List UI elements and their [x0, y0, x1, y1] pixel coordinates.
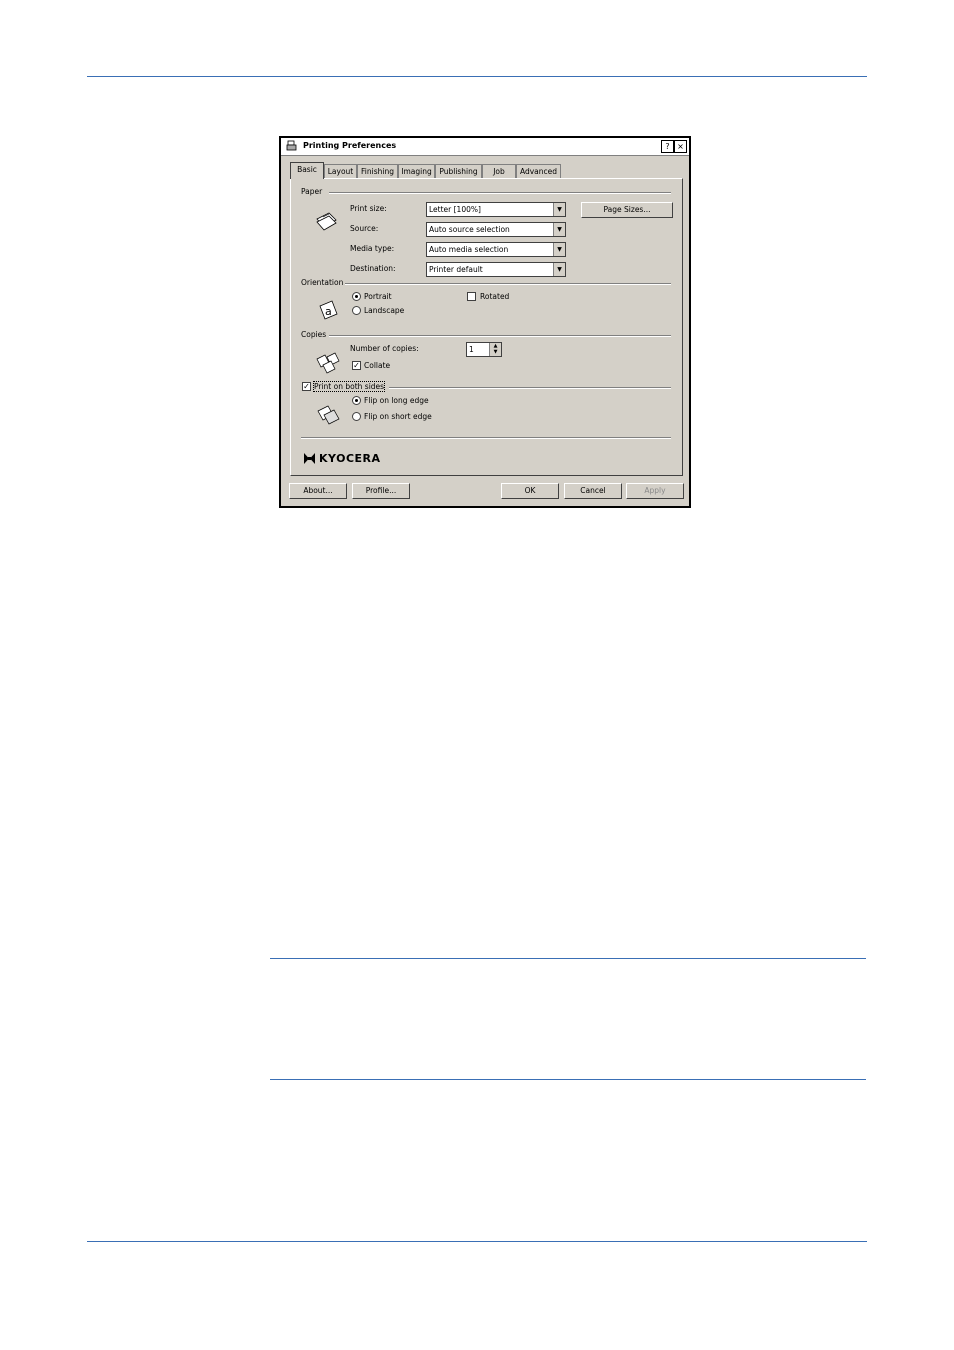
rotated-checkbox[interactable] [467, 292, 476, 301]
note-top-rule [270, 958, 866, 959]
spinner-arrows-icon[interactable]: ▲ ▼ [489, 343, 501, 356]
title-bar: Printing Preferences ? × [281, 138, 689, 156]
print-both-sides-checkbox[interactable]: ✓ [302, 382, 311, 391]
printing-preferences-dialog: Printing Preferences ? × Basic Layout Fi… [279, 136, 691, 508]
media-type-value: Auto media selection [429, 245, 509, 254]
dropdown-arrow-icon[interactable]: ▼ [553, 243, 565, 256]
collate-label[interactable]: Collate [364, 361, 390, 370]
orientation-group-label: Orientation [301, 278, 344, 287]
copies-value: 1 [469, 345, 474, 354]
source-label: Source: [350, 224, 379, 233]
copies-group-line [329, 335, 671, 337]
print-size-select[interactable]: Letter [100%] ▼ [426, 202, 566, 217]
paper-stack-icon [316, 212, 337, 231]
flip-short-edge-label[interactable]: Flip on short edge [364, 412, 432, 421]
media-type-label: Media type: [350, 244, 395, 253]
destination-label: Destination: [350, 264, 396, 273]
copies-group-label: Copies [301, 330, 327, 339]
page-sizes-button[interactable]: Page Sizes... [581, 202, 673, 218]
duplex-icon [317, 405, 340, 425]
number-of-copies-label: Number of copies: [350, 344, 419, 353]
tab-job[interactable]: Job [482, 164, 516, 178]
flip-long-edge-radio[interactable] [352, 396, 361, 405]
tab-publishing[interactable]: Publishing [435, 164, 482, 178]
svg-text:a: a [325, 305, 332, 318]
portrait-radio[interactable] [352, 292, 361, 301]
destination-value: Printer default [429, 265, 483, 274]
help-button[interactable]: ? [661, 140, 674, 153]
note-bottom-rule [270, 1079, 866, 1080]
source-value: Auto source selection [429, 225, 510, 234]
print-both-sides-label[interactable]: Print on both sides [312, 381, 386, 392]
apply-button: Apply [626, 483, 684, 499]
kyocera-logo-text: KYOCERA [319, 452, 381, 465]
tab-basic[interactable]: Basic [290, 162, 324, 179]
collate-checkbox[interactable]: ✓ [352, 361, 361, 370]
paper-group-line [329, 192, 671, 194]
printer-icon [286, 140, 297, 151]
portrait-label[interactable]: Portrait [364, 292, 392, 301]
orientation-page-icon: a [319, 300, 338, 320]
cancel-button[interactable]: Cancel [564, 483, 622, 499]
top-rule [87, 76, 867, 77]
dropdown-arrow-icon[interactable]: ▼ [553, 203, 565, 216]
dropdown-arrow-icon[interactable]: ▼ [553, 223, 565, 236]
brand-divider [301, 437, 671, 439]
print-size-value: Letter [100%] [429, 205, 481, 214]
destination-select[interactable]: Printer default ▼ [426, 262, 566, 277]
flip-long-edge-label[interactable]: Flip on long edge [364, 396, 429, 405]
profile-button[interactable]: Profile... [352, 483, 410, 499]
ok-button[interactable]: OK [501, 483, 559, 499]
close-button[interactable]: × [674, 140, 687, 153]
rotated-label[interactable]: Rotated [480, 292, 509, 301]
window-title: Printing Preferences [303, 141, 397, 150]
dropdown-arrow-icon[interactable]: ▼ [553, 263, 565, 276]
duplex-group-line [389, 387, 671, 389]
bottom-rule [87, 1241, 867, 1242]
print-size-label: Print size: [350, 204, 387, 213]
basic-tab-panel: Paper Print size: Letter [100%] ▼ Page S… [290, 178, 683, 476]
tab-finishing[interactable]: Finishing [357, 164, 398, 178]
kyocera-logo-icon [304, 453, 315, 464]
media-type-select[interactable]: Auto media selection ▼ [426, 242, 566, 257]
tab-advanced[interactable]: Advanced [516, 164, 561, 178]
paper-group-label: Paper [301, 187, 323, 196]
landscape-radio[interactable] [352, 306, 361, 315]
flip-short-edge-radio[interactable] [352, 412, 361, 421]
copies-icon [316, 352, 340, 374]
tab-imaging[interactable]: Imaging [398, 164, 435, 178]
about-button[interactable]: About... [289, 483, 347, 499]
orientation-group-line [345, 283, 671, 285]
landscape-label[interactable]: Landscape [364, 306, 404, 315]
source-select[interactable]: Auto source selection ▼ [426, 222, 566, 237]
tab-layout[interactable]: Layout [324, 164, 357, 178]
copies-spinner[interactable]: 1 ▲ ▼ [466, 342, 502, 357]
